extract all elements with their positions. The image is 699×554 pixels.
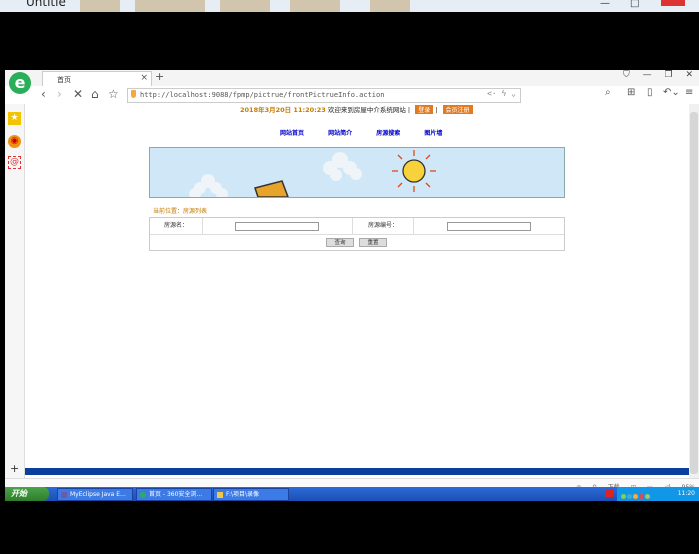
house-id-label: 房源编号： (352, 218, 414, 234)
menu-item-search[interactable]: 房源搜索 (376, 130, 400, 137)
myeclipse-icon (61, 491, 67, 498)
search-row: 房源名： 房源编号： (150, 218, 564, 235)
search-icon[interactable]: ⌕ (605, 87, 611, 98)
welcome-text: 欢迎来到房屋中介系统网站 (327, 106, 406, 114)
house-id-input[interactable] (447, 222, 531, 231)
windows-taskbar: 开始 MyEclipse Java E... 首页 - 360安全浏... F:… (5, 487, 699, 501)
tab-home[interactable]: 首页 × (42, 71, 152, 87)
banner-illustration (189, 150, 436, 197)
welcome-bar: 2018年3月20日 11:20:23 欢迎来到房屋中介系统网站 | 登录 | … (240, 104, 473, 114)
stop-icon[interactable]: ✕ (73, 87, 83, 101)
page-content: 2018年3月20日 11:20:23 欢迎来到房屋中介系统网站 | 登录 | … (25, 104, 689, 478)
window-icon[interactable]: ▯ (647, 87, 653, 98)
shield-icon (131, 90, 136, 98)
start-label: 开始 (11, 489, 27, 498)
banner-image (149, 147, 565, 198)
navigation-bar: ‹ › ✕ ⌂ ☆ http://localhost:9088/fpmp/pic… (5, 86, 699, 105)
undo-icon[interactable]: ↶⌄ (663, 87, 680, 98)
input-method-icon[interactable] (605, 489, 613, 497)
favorites-icon[interactable]: ★ (8, 112, 21, 125)
shirt-icon[interactable]: ⛉ (623, 70, 630, 80)
new-tab-icon[interactable]: + (155, 70, 164, 83)
tab-bar: 首页 × + ⛉ — ❐ ✕ (5, 70, 699, 87)
menu-item-home[interactable]: 网站首页 (280, 130, 304, 137)
scrollbar-thumb[interactable] (690, 112, 698, 474)
back-icon[interactable]: ‹ (41, 87, 46, 101)
browser-sidebar: ★ ◉ @ + (5, 104, 25, 478)
search-form: 房源名： 房源编号： 查询 重置 (149, 217, 565, 251)
menu-icon[interactable]: ≡ (685, 87, 693, 98)
minimize-icon[interactable]: — (600, 0, 610, 9)
register-button[interactable]: 会员注册 (442, 105, 473, 114)
taskbar-item-browser[interactable]: 首页 - 360安全浏... (136, 488, 212, 501)
clock: 11:20 (677, 490, 695, 497)
url-text: http://localhost:9088/fpmp/pictrue/front… (140, 91, 385, 99)
address-bar[interactable]: http://localhost:9088/fpmp/pictrue/front… (127, 88, 521, 103)
house-name-label: 房源名： (150, 218, 203, 234)
apps-icon[interactable]: ⊞ (627, 87, 635, 98)
browser-window-controls: ⛉ — ❐ ✕ (613, 70, 693, 80)
add-sidebar-icon[interactable]: + (10, 462, 19, 475)
breadcrumb: 当前位置：房源列表 (153, 208, 208, 215)
close-icon[interactable] (661, 0, 685, 6)
taskbar-item-folder[interactable]: F:\项目\录像 (213, 488, 289, 501)
browser-logo-icon: e (9, 72, 31, 94)
address-bar-tools-icon[interactable]: <· ϟ ⌄ (487, 89, 516, 98)
home-icon[interactable]: ⌂ (91, 87, 99, 101)
email-icon[interactable]: @ (8, 156, 21, 169)
window-title-bar: Untitle — □ (0, 0, 699, 12)
current-date: 2018年3月20日 11:20:23 (240, 106, 326, 114)
restore-icon[interactable]: ❐ (665, 70, 673, 80)
menu-item-about[interactable]: 网站简介 (328, 130, 352, 137)
window-thumbnails (80, 0, 500, 12)
browser-icon (140, 491, 146, 498)
close-icon[interactable]: ✕ (685, 70, 693, 80)
system-tray: 11:20 (617, 487, 699, 501)
folder-icon (217, 491, 223, 498)
black-region-top (0, 12, 699, 70)
weibo-icon[interactable]: ◉ (8, 135, 21, 148)
menu-item-gallery[interactable]: 图片墙 (424, 130, 442, 137)
star-icon[interactable]: ☆ (108, 87, 119, 101)
taskbar-item-myeclipse[interactable]: MyEclipse Java E... (57, 488, 133, 501)
reset-button[interactable]: 重置 (359, 238, 387, 247)
browser-window: 首页 × + ⛉ — ❐ ✕ e ‹ › ✕ ⌂ ☆ http://localh… (5, 70, 699, 501)
forward-icon[interactable]: › (57, 87, 62, 101)
minimize-icon[interactable]: — (643, 70, 652, 80)
house-name-input[interactable] (235, 222, 319, 231)
window-title: Untitle (26, 0, 66, 9)
main-menu: 网站首页 网站简介 房源搜索 图片墙 (280, 128, 464, 137)
maximize-icon[interactable]: □ (630, 0, 639, 9)
black-region-bottom (0, 501, 699, 554)
page-footer-bar (25, 468, 689, 475)
start-button[interactable]: 开始 (5, 487, 49, 501)
tab-title: 首页 (57, 76, 71, 84)
login-button[interactable]: 登录 (415, 105, 434, 114)
vertical-scrollbar[interactable] (689, 104, 699, 478)
tab-close-icon[interactable]: × (140, 73, 148, 83)
query-button[interactable]: 查询 (326, 238, 354, 247)
